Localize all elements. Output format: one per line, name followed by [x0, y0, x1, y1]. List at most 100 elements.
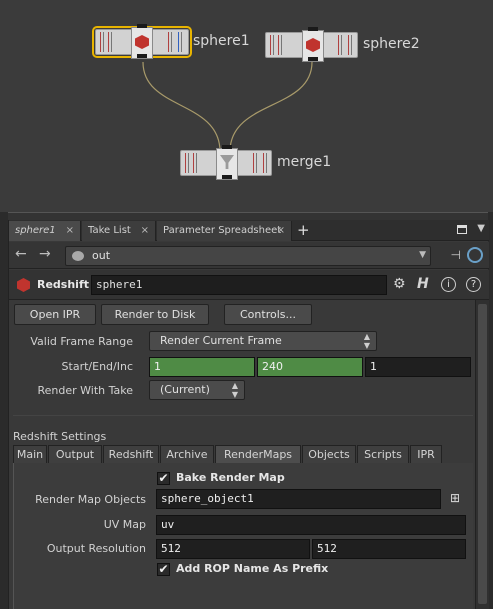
hda-icon[interactable]: H: [417, 276, 429, 292]
updown-arrow-icon: ▲ ▼: [231, 381, 238, 399]
node-display-flag[interactable]: [348, 35, 352, 55]
resolution-y-field[interactable]: 512: [312, 539, 466, 559]
network-path-field[interactable]: out ▼: [65, 246, 431, 266]
tab-redshift[interactable]: Redshift: [103, 445, 159, 464]
render-map-objects-label: Render Map Objects: [35, 493, 146, 506]
node-name-field[interactable]: sphere1: [91, 275, 387, 295]
node-template-flag[interactable]: [168, 32, 172, 52]
add-tab-button[interactable]: +: [297, 220, 310, 240]
input-connector[interactable]: [222, 145, 232, 149]
tab-label: sphere1: [15, 225, 56, 236]
close-icon[interactable]: ×: [66, 221, 74, 241]
tab-label: Take List: [88, 225, 131, 236]
node-lock-flag[interactable]: [193, 153, 197, 173]
frame-end-field[interactable]: 240: [257, 357, 363, 377]
network-editor[interactable]: sphere1 sphere2 merge1: [0, 0, 493, 212]
link-icon[interactable]: [467, 247, 483, 263]
forward-arrow-icon[interactable]: →: [39, 246, 51, 262]
node-sphere2[interactable]: [265, 27, 358, 62]
wire-sphere2-merge1: [229, 61, 313, 151]
resolution-x-field[interactable]: 512: [156, 539, 310, 559]
open-ipr-button[interactable]: Open IPR: [14, 304, 96, 325]
pin-icon[interactable]: ⊣: [451, 248, 461, 262]
tab-objects[interactable]: Objects: [302, 445, 356, 464]
output-connector[interactable]: [137, 54, 147, 58]
node-lock-flag[interactable]: [278, 35, 282, 55]
add-rop-name-prefix-label: Add ROP Name As Prefix: [176, 562, 329, 575]
input-connector[interactable]: [137, 24, 147, 28]
valid-frame-range-label: Valid Frame Range: [30, 335, 133, 348]
node-display-flag[interactable]: [263, 153, 267, 173]
valid-frame-range-dropdown[interactable]: Render Current Frame ▲ ▼: [149, 331, 377, 351]
close-icon[interactable]: ×: [141, 221, 149, 241]
tab-take-list[interactable]: Take List ×: [82, 221, 156, 241]
dropdown-value: Render Current Frame: [160, 334, 282, 347]
merge-icon: [220, 155, 234, 169]
pane-menu-arrow-icon[interactable]: ▼: [477, 223, 485, 234]
gear-icon[interactable]: ⚙: [393, 276, 406, 292]
node-label-merge1[interactable]: merge1: [277, 154, 331, 170]
tab-label: Parameter Spreadsheet: [163, 225, 282, 236]
output-resolution-label: Output Resolution: [46, 542, 146, 555]
close-icon[interactable]: ×: [277, 221, 285, 241]
node-template-flag[interactable]: [253, 153, 257, 173]
node-template-flag[interactable]: [338, 35, 342, 55]
node-bypass-flag[interactable]: [100, 32, 104, 52]
parameter-pane: sphere1 × Take List × Parameter Spreadsh…: [8, 220, 489, 609]
tab-rendermaps[interactable]: RenderMaps: [215, 445, 301, 464]
input-connector[interactable]: [308, 27, 318, 31]
help-icon[interactable]: ?: [466, 277, 481, 292]
rendermaps-tab-body: ✔ Bake Render Map Render Map Objects sph…: [13, 463, 473, 609]
tab-main[interactable]: Main: [13, 445, 47, 464]
pane-splitter[interactable]: [8, 212, 488, 220]
controls-button[interactable]: Controls...: [224, 304, 312, 325]
frame-increment-field[interactable]: 1: [365, 357, 471, 377]
path-bar: ← → out ▼ ⊣: [9, 242, 489, 269]
redshift-settings-tabs: Main Output Redshift Archive RenderMaps …: [13, 445, 473, 464]
pane-layout-icon[interactable]: [457, 225, 467, 234]
render-with-take-dropdown[interactable]: (Current) ▲ ▼: [149, 380, 245, 400]
node-body[interactable]: [302, 27, 324, 62]
add-rop-name-prefix-checkbox[interactable]: ✔: [157, 563, 170, 576]
node-display-flag[interactable]: [178, 32, 182, 52]
node-label-sphere1[interactable]: sphere1: [193, 33, 250, 49]
tab-sphere1[interactable]: sphere1 ×: [9, 221, 81, 241]
node-body[interactable]: [216, 145, 238, 180]
tab-archive[interactable]: Archive: [160, 445, 214, 464]
node-merge1[interactable]: [180, 145, 272, 180]
sphere-icon: [306, 38, 320, 52]
section-divider: [13, 415, 473, 416]
uv-map-field[interactable]: uv: [156, 515, 466, 535]
dropdown-value: (Current): [160, 383, 210, 396]
tab-scripts[interactable]: Scripts: [357, 445, 409, 464]
frame-start-field[interactable]: 1: [149, 357, 255, 377]
uv-map-label: UV Map: [103, 518, 146, 531]
sphere-icon: [135, 35, 149, 49]
info-icon[interactable]: i: [441, 277, 456, 292]
node-bypass-flag[interactable]: [270, 35, 274, 55]
tab-parameter-spreadsheet[interactable]: Parameter Spreadsheet ×: [157, 221, 292, 241]
output-connector[interactable]: [308, 57, 318, 61]
node-bypass-flag[interactable]: [185, 153, 189, 173]
node-label-sphere2[interactable]: sphere2: [363, 36, 420, 52]
parameter-scrollbar[interactable]: [475, 300, 489, 609]
network-context-icon: [72, 251, 84, 261]
bake-render-map-checkbox[interactable]: ✔: [157, 472, 170, 485]
node-body[interactable]: [131, 24, 153, 59]
object-picker-icon[interactable]: ⊞: [446, 491, 464, 507]
chevron-down-icon[interactable]: ▼: [419, 250, 426, 260]
output-connector[interactable]: [222, 175, 232, 179]
node-sphere1[interactable]: [92, 24, 192, 59]
render-map-objects-field[interactable]: sphere_object1: [156, 489, 441, 509]
bake-render-map-label: Bake Render Map: [176, 471, 285, 484]
redshift-node-icon: [17, 278, 30, 292]
back-arrow-icon[interactable]: ←: [15, 246, 27, 262]
start-end-inc-label: Start/End/Inc: [61, 360, 133, 373]
render-with-take-label: Render With Take: [37, 384, 133, 397]
node-lock-flag[interactable]: [108, 32, 112, 52]
tab-output[interactable]: Output: [48, 445, 102, 464]
scrollbar-thumb[interactable]: [478, 304, 487, 604]
render-to-disk-button[interactable]: Render to Disk: [101, 304, 209, 325]
network-wires: [142, 61, 313, 151]
tab-ipr[interactable]: IPR: [410, 445, 442, 464]
